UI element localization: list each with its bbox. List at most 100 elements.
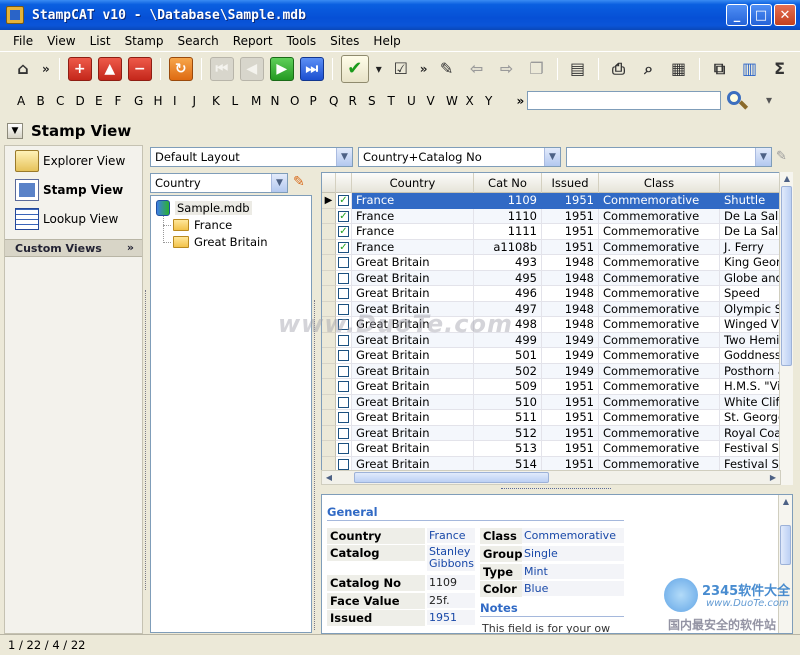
field-value-type[interactable]: Mint — [522, 564, 624, 579]
cell-catalog-number[interactable]: 1109 — [474, 193, 542, 209]
letter-j[interactable]: J — [193, 94, 213, 108]
grid-horizontal-scrollbar[interactable]: ◀ ▶ — [321, 470, 781, 485]
search-icon[interactable] — [725, 89, 749, 111]
cell-issued-year[interactable]: 1951 — [542, 379, 599, 395]
toolbar-overflow-icon[interactable]: » — [420, 62, 428, 76]
tree-edit-icon[interactable]: ✎ — [293, 174, 305, 190]
nav-stamp-view[interactable]: Stamp View — [5, 175, 142, 204]
cell-country[interactable]: Great Britain — [352, 425, 474, 441]
letter-b[interactable]: B — [37, 94, 57, 108]
cell-country[interactable]: Great Britain — [352, 441, 474, 457]
table-row[interactable]: Great Britain 496 1948 Commemorative Speed — [322, 286, 792, 302]
menu-help[interactable]: Help — [366, 34, 407, 48]
row-indicator[interactable] — [322, 441, 336, 457]
delete-record-icon[interactable]: − — [127, 56, 152, 81]
row-checkbox[interactable] — [338, 396, 349, 408]
chevron-down-icon[interactable]: ▼ — [544, 148, 560, 166]
previous-record-icon[interactable]: ◀ — [239, 56, 264, 81]
current-row-indicator-icon[interactable]: ▶ — [322, 193, 336, 209]
table-row[interactable]: Great Britain 512 1951 Commemorative Royal C… — [322, 425, 792, 441]
nav-lookup-view[interactable]: Lookup View — [5, 204, 142, 233]
close-button[interactable]: ✕ — [774, 4, 796, 26]
html-export-icon[interactable]: ⧉ — [708, 57, 732, 81]
column-header-class[interactable]: Class — [599, 173, 720, 193]
table-row[interactable]: Great Britain 501 1949 Commemorative Goddnes… — [322, 348, 792, 364]
row-checkbox[interactable] — [338, 427, 349, 439]
grid-vertical-scrollbar[interactable]: ▲ — [779, 172, 793, 485]
report-icon[interactable]: ▦ — [667, 57, 691, 81]
tag-icon[interactable]: ✎ — [435, 57, 459, 81]
sum-icon[interactable]: Σ — [768, 57, 792, 81]
column-header-cat-no[interactable]: Cat No — [474, 173, 542, 193]
cell-class[interactable]: Commemorative — [599, 379, 720, 395]
table-row[interactable]: Great Britain 513 1951 Commemorative Festiva… — [322, 441, 792, 457]
menu-stamp[interactable]: Stamp — [118, 34, 171, 48]
windows-icon[interactable]: ❐ — [525, 57, 549, 81]
forward-arrow-icon[interactable]: ⇨ — [495, 57, 519, 81]
letter-t[interactable]: T — [388, 94, 408, 108]
clear-filter-icon[interactable]: ✎ — [776, 149, 787, 164]
stampcat-app-icon[interactable] — [6, 6, 24, 24]
checklist-icon[interactable]: ☑ — [389, 57, 413, 81]
cell-catalog-number[interactable]: a1108b — [474, 239, 542, 255]
cell-catalog-number[interactable]: 493 — [474, 255, 542, 271]
table-row[interactable]: ✓ France 1111 1951 Commemorative De La Salle — [322, 224, 792, 240]
cell-class[interactable]: Commemorative — [599, 410, 720, 426]
cell-issued-year[interactable]: 1949 — [542, 348, 599, 364]
letter-x[interactable]: X — [466, 94, 486, 108]
field-value-color[interactable]: Blue — [522, 581, 624, 596]
cell-issued-year[interactable]: 1951 — [542, 425, 599, 441]
cell-issued-year[interactable]: 1948 — [542, 286, 599, 302]
row-indicator[interactable] — [322, 410, 336, 426]
chevron-down-icon[interactable]: ▼ — [271, 174, 287, 192]
checkbox-column-header[interactable] — [336, 173, 352, 193]
quick-search-input[interactable] — [527, 91, 721, 110]
cell-class[interactable]: Commemorative — [599, 363, 720, 379]
sort-order-select[interactable]: Country+Catalog No ▼ — [358, 147, 561, 167]
table-row[interactable]: Great Britain 493 1948 Commemorative King Ge… — [322, 255, 792, 271]
table-row[interactable]: Great Britain 509 1951 Commemorative H.M.S. … — [322, 379, 792, 395]
cell-country[interactable]: France — [352, 224, 474, 240]
menu-file[interactable]: File — [6, 34, 40, 48]
table-row[interactable]: Great Britain 495 1948 Commemorative Globe a… — [322, 270, 792, 286]
letter-q[interactable]: Q — [329, 94, 349, 108]
scroll-up-icon[interactable]: ▲ — [779, 495, 792, 508]
letter-d[interactable]: D — [76, 94, 96, 108]
maximize-button[interactable]: □ — [750, 4, 772, 26]
row-checkbox[interactable] — [338, 381, 349, 392]
check-mark-icon[interactable]: ✔ — [340, 54, 369, 83]
letter-v[interactable]: V — [427, 94, 447, 108]
letter-e[interactable]: E — [95, 94, 115, 108]
menu-tools[interactable]: Tools — [280, 34, 324, 48]
row-indicator[interactable] — [322, 224, 336, 240]
field-value-class[interactable]: Commemorative — [522, 528, 624, 543]
row-checkbox[interactable]: ✓ — [338, 241, 349, 253]
middle-splitter[interactable] — [314, 300, 319, 630]
row-checkbox[interactable]: ✓ — [338, 210, 349, 222]
letter-r[interactable]: R — [349, 94, 369, 108]
notes-text[interactable]: This field is for your ow — [482, 622, 610, 633]
cell-catalog-number[interactable]: 495 — [474, 270, 542, 286]
cell-issued-year[interactable]: 1951 — [542, 224, 599, 240]
edit-record-icon[interactable]: ▲ — [97, 56, 122, 81]
tree-root-node[interactable]: Sample.mdb — [156, 200, 252, 216]
row-checkbox[interactable] — [338, 458, 349, 470]
column-header-issued[interactable]: Issued — [542, 173, 599, 193]
search-options-icon[interactable]: ▾ — [766, 93, 788, 109]
field-value-face-value[interactable]: 25f. — [427, 593, 475, 608]
cell-issued-year[interactable]: 1951 — [542, 441, 599, 457]
menu-search[interactable]: Search — [171, 34, 226, 48]
letter-o[interactable]: O — [290, 94, 310, 108]
cell-catalog-number[interactable]: 501 — [474, 348, 542, 364]
field-value-issued[interactable]: 1951 — [427, 610, 475, 625]
cell-class[interactable]: Commemorative — [599, 208, 720, 224]
cell-class[interactable]: Commemorative — [599, 441, 720, 457]
letter-m[interactable]: M — [251, 94, 271, 108]
row-checkbox[interactable] — [338, 272, 349, 284]
field-value-country[interactable]: France — [427, 528, 475, 543]
cell-class[interactable]: Commemorative — [599, 301, 720, 317]
next-record-icon[interactable]: ▶ — [269, 56, 294, 81]
letter-w[interactable]: W — [446, 94, 466, 108]
row-checkbox[interactable] — [338, 365, 349, 377]
cell-class[interactable]: Commemorative — [599, 348, 720, 364]
